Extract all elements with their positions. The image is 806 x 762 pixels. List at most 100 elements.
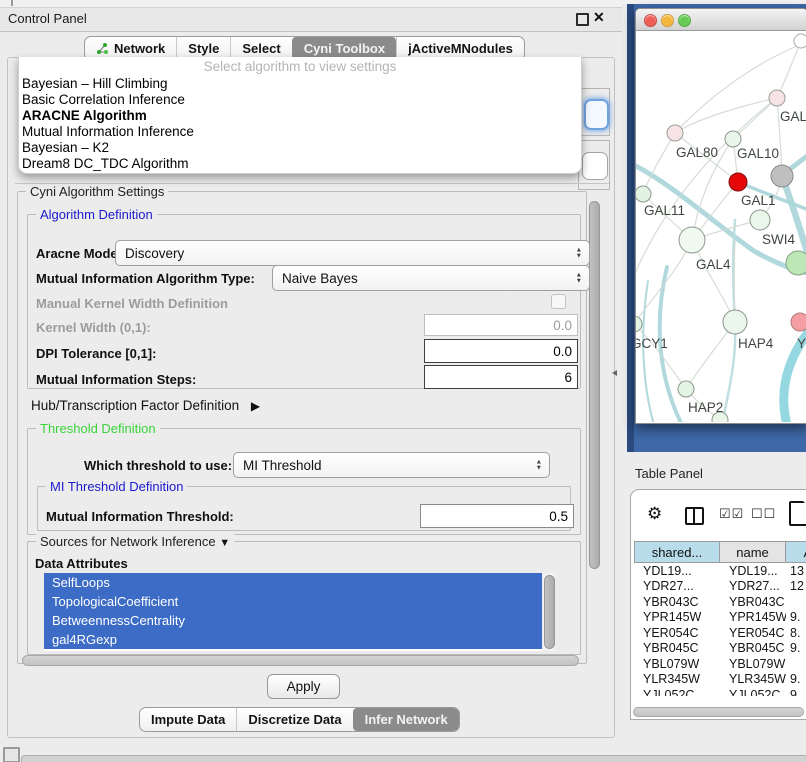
settings-scrollbar-thumb[interactable] — [589, 201, 600, 569]
which-threshold-value: MI Threshold — [243, 458, 322, 473]
network-node[interactable] — [771, 165, 793, 187]
network-node[interactable] — [667, 125, 683, 141]
algorithm-option[interactable]: Mutual Information Inference — [19, 124, 581, 140]
table-row[interactable]: YPR145WYPR145W9. — [634, 610, 806, 626]
network-node[interactable] — [636, 316, 642, 332]
network-node[interactable] — [750, 210, 770, 230]
network-node[interactable] — [794, 34, 806, 48]
table-cell: 9. — [786, 610, 806, 624]
algorithm-option[interactable]: ARACNE Algorithm — [19, 108, 581, 124]
tab-infer-network[interactable]: Infer Network — [353, 708, 459, 731]
network-node[interactable] — [636, 186, 651, 202]
network-node[interactable] — [725, 131, 741, 147]
top-strip — [0, 0, 622, 7]
minimize-light-icon[interactable] — [661, 14, 674, 27]
dpi-tolerance-field[interactable]: 0.0 — [424, 339, 578, 363]
algorithm-option[interactable]: Basic Correlation Inference — [19, 92, 581, 108]
column-header[interactable]: shared... — [634, 541, 720, 563]
float-window-icon[interactable] — [576, 13, 589, 26]
hub-definition-section[interactable]: Hub/Transcription Factor Definition ▶ — [31, 398, 260, 413]
attribute-list-item[interactable]: TopologicalCoefficient — [44, 592, 542, 611]
table-hscrollbar-thumb[interactable] — [633, 707, 804, 717]
column-header[interactable]: A — [786, 541, 806, 563]
data-attributes-list: SelfLoopsTopologicalCoefficientBetweenne… — [44, 573, 542, 651]
table-cell: YJL052C — [634, 688, 720, 696]
close-panel-icon[interactable]: ✕ — [593, 9, 605, 26]
focused-combo-fragment[interactable] — [584, 99, 609, 130]
network-window-titlebar[interactable] — [636, 9, 806, 31]
attribute-list-item[interactable]: SelfLoops — [44, 573, 542, 592]
table-rows: YDL19...YDL19...13YDR27...YDR27...12YBR0… — [634, 563, 806, 696]
settings-hscrollbar-thumb[interactable] — [22, 655, 579, 666]
network-node[interactable] — [791, 313, 806, 331]
tab-label: Impute Data — [151, 712, 225, 727]
settings-hscrollbar[interactable] — [21, 655, 579, 665]
table-row[interactable]: YJL052CYJL052C9. — [634, 687, 806, 696]
aracne-mode-combo[interactable]: Discovery ▲▼ — [115, 240, 590, 266]
algorithm-option[interactable]: Dream8 DC_TDC Algorithm — [19, 156, 581, 172]
kernel-width-field[interactable]: 0.0 — [424, 314, 578, 336]
sources-title-text: Sources for Network Inference — [40, 534, 216, 549]
export-table-icon[interactable] — [789, 501, 806, 526]
algorithm-option[interactable]: Bayesian – Hill Climbing — [19, 76, 581, 92]
hide-columns-icon[interactable]: ☐☐ — [751, 506, 776, 522]
columns-icon[interactable] — [685, 507, 704, 525]
mi-type-combo[interactable]: Naive Bayes ▲▼ — [272, 265, 590, 291]
panel-resize-handle[interactable] — [612, 370, 617, 376]
table-cell: YBR045C — [720, 641, 786, 655]
attribute-list-item[interactable]: BetweennessCentrality — [44, 611, 542, 630]
gear-icon[interactable]: ⚙ — [647, 505, 662, 523]
table-panel-title: Table Panel — [635, 466, 703, 481]
table-hscrollbar[interactable] — [633, 707, 804, 716]
sources-group-title[interactable]: Sources for Network Inference ▼ — [36, 534, 234, 549]
network-node[interactable] — [729, 173, 747, 191]
attributes-list-scrollbar[interactable] — [543, 573, 555, 651]
mi-threshold-field[interactable]: 0.5 — [420, 504, 574, 528]
apply-button[interactable]: Apply — [267, 674, 340, 699]
algorithm-definition-title: Algorithm Definition — [36, 207, 157, 222]
network-edge[interactable] — [733, 98, 777, 139]
tab-label: Network — [114, 41, 165, 56]
tab-impute-data[interactable]: Impute Data — [140, 708, 236, 731]
table-header-row: shared...nameA — [634, 541, 806, 563]
table-row[interactable]: YDR27...YDR27...12 — [634, 579, 806, 595]
zoom-light-icon[interactable] — [678, 14, 691, 27]
which-threshold-combo[interactable]: MI Threshold ▲▼ — [233, 452, 550, 478]
tab-label: Discretize Data — [248, 712, 341, 727]
table-row[interactable]: YBR045CYBR045C9. — [634, 641, 806, 657]
algorithm-option[interactable]: Bayesian – K2 — [19, 140, 581, 156]
table-row[interactable]: YLR345WYLR345W9. — [634, 672, 806, 688]
tab-discretize-data[interactable]: Discretize Data — [236, 708, 352, 731]
combo-fragment[interactable] — [582, 152, 608, 180]
network-node[interactable] — [786, 251, 806, 275]
table-cell: YBR045C — [634, 641, 720, 655]
column-header[interactable]: name — [720, 541, 786, 563]
network-node[interactable] — [723, 310, 747, 334]
table-row[interactable]: YBL079WYBL079W — [634, 656, 806, 672]
minimized-panel-icon[interactable] — [3, 747, 20, 762]
table-cell: YBR043C — [720, 595, 786, 609]
network-node[interactable] — [769, 90, 785, 106]
settings-scrollbar[interactable] — [588, 199, 601, 655]
network-canvas[interactable]: GALGAL80GAL10GAL1GAL11SWI4GAL4GCY1HAP4YH… — [636, 31, 806, 422]
node-label: GAL — [780, 109, 806, 124]
network-node[interactable] — [678, 381, 694, 397]
attributes-scrollbar-thumb[interactable] — [544, 575, 555, 649]
network-edge[interactable] — [675, 98, 777, 133]
network-edge[interactable] — [692, 240, 735, 322]
table-cell: YPR145W — [634, 610, 720, 624]
manual-kernel-checkbox[interactable] — [551, 294, 566, 309]
show-columns-icon[interactable]: ☑☑ — [719, 506, 744, 522]
table-row[interactable]: YDL19...YDL19...13 — [634, 563, 806, 579]
attribute-list-item[interactable]: gal4RGexp — [44, 630, 542, 649]
network-edge[interactable] — [643, 281, 654, 422]
network-node[interactable] — [679, 227, 705, 253]
table-cell: YBL079W — [720, 657, 786, 671]
table-row[interactable]: YBR043CYBR043C — [634, 594, 806, 610]
mi-steps-field[interactable]: 6 — [424, 365, 578, 389]
close-light-icon[interactable] — [644, 14, 657, 27]
table-panel-window: ⚙ ☑☑ ☐☐ shared...nameA YDL19...YDL19...1… — [630, 489, 806, 720]
table-row[interactable]: YER054CYER054C8. — [634, 625, 806, 641]
collapse-down-icon: ▼ — [219, 537, 230, 549]
infer-mode-tabbar: Impute Data Discretize Data Infer Network — [139, 707, 460, 732]
